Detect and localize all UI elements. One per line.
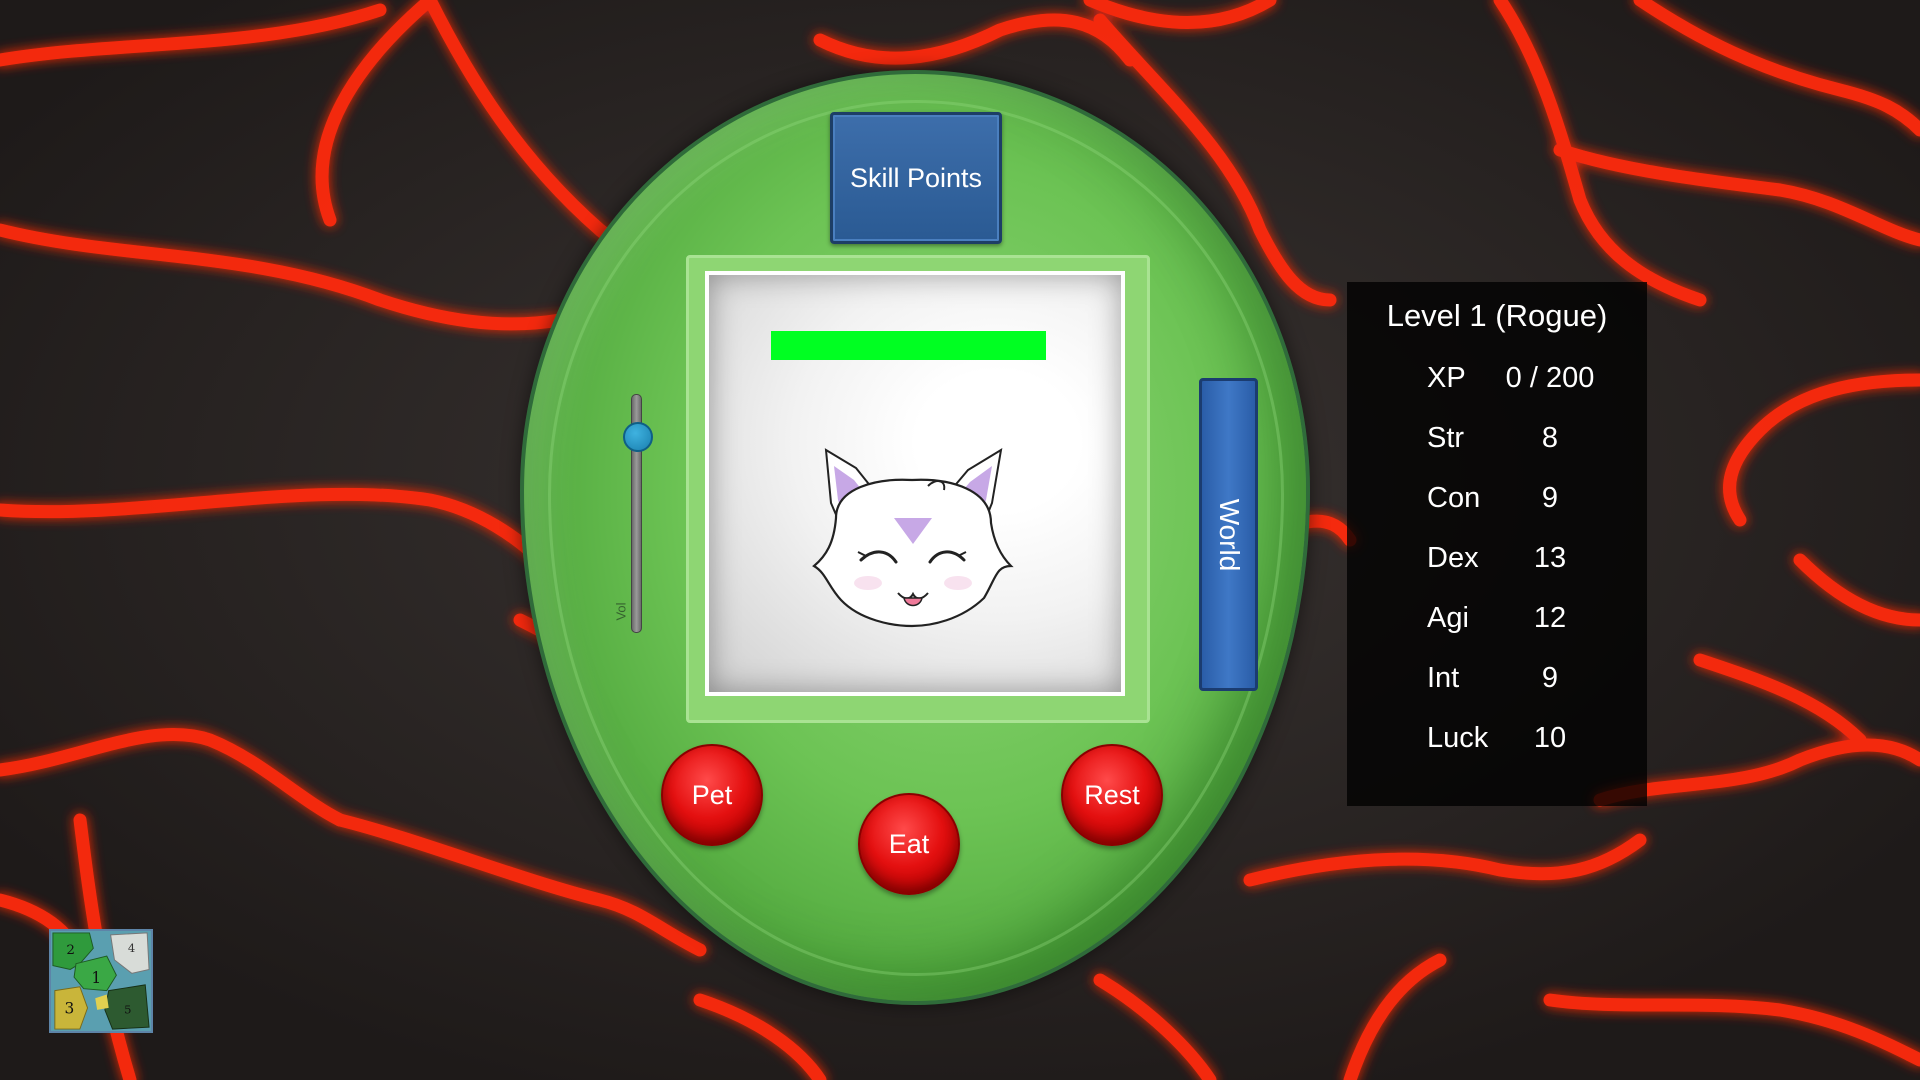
skill-points-button[interactable]: Skill Points bbox=[830, 112, 1002, 244]
stat-row-dex: Dex 13 bbox=[1347, 542, 1647, 582]
minimap-region-label: 2 bbox=[66, 943, 75, 958]
stat-row-luck: Luck 10 bbox=[1347, 722, 1647, 762]
stat-row-xp: XP 0 / 200 bbox=[1347, 362, 1647, 402]
stat-name: Agi bbox=[1427, 602, 1469, 634]
stat-row-str: Str 8 bbox=[1347, 422, 1647, 462]
minimap-region-label: 1 bbox=[91, 969, 101, 987]
stat-value: 9 bbox=[1541, 482, 1559, 514]
pet-button[interactable]: Pet bbox=[661, 744, 763, 846]
world-button[interactable]: World bbox=[1199, 378, 1258, 691]
stat-row-int: Int 9 bbox=[1347, 662, 1647, 702]
stat-value: 8 bbox=[1541, 422, 1559, 454]
stat-value: 10 bbox=[1533, 722, 1567, 754]
stat-name: Int bbox=[1427, 662, 1460, 694]
world-minimap[interactable]: 2 1 3 4 5 bbox=[49, 929, 153, 1033]
stat-value: 9 bbox=[1541, 662, 1559, 694]
volume-slider-handle[interactable] bbox=[623, 422, 653, 453]
stat-name: Luck bbox=[1427, 722, 1489, 754]
level-title: Level 1 (Rogue) bbox=[1386, 298, 1608, 333]
stat-name: Con bbox=[1427, 482, 1481, 514]
stat-value: 13 bbox=[1533, 542, 1567, 574]
health-bar-fill bbox=[771, 331, 1046, 360]
stats-panel: Level 1 (Rogue) XP 0 / 200 Str 8 Con 9 D… bbox=[1347, 282, 1647, 806]
stat-row-agi: Agi 12 bbox=[1347, 602, 1647, 642]
stat-value: 12 bbox=[1533, 602, 1567, 634]
stat-name: XP bbox=[1427, 362, 1466, 394]
stat-name: Dex bbox=[1427, 542, 1479, 574]
rest-button[interactable]: Rest bbox=[1061, 744, 1163, 846]
minimap-region-label: 4 bbox=[128, 941, 135, 955]
pet-cat-sprite bbox=[812, 448, 1014, 628]
rest-label: Rest bbox=[1084, 779, 1140, 810]
world-label: World bbox=[1213, 498, 1245, 571]
minimap-region-label: 3 bbox=[64, 1000, 74, 1018]
volume-label: Vol bbox=[613, 602, 629, 621]
health-bar bbox=[771, 331, 1046, 360]
eat-label: Eat bbox=[888, 828, 930, 859]
stat-row-con: Con 9 bbox=[1347, 482, 1647, 522]
stat-value: 0 / 200 bbox=[1505, 362, 1595, 394]
skill-points-label: Skill Points bbox=[849, 162, 983, 193]
stat-name: Str bbox=[1427, 422, 1465, 454]
eat-button[interactable]: Eat bbox=[858, 793, 960, 895]
minimap-region-label: 5 bbox=[124, 1003, 131, 1017]
pet-label: Pet bbox=[691, 779, 733, 810]
